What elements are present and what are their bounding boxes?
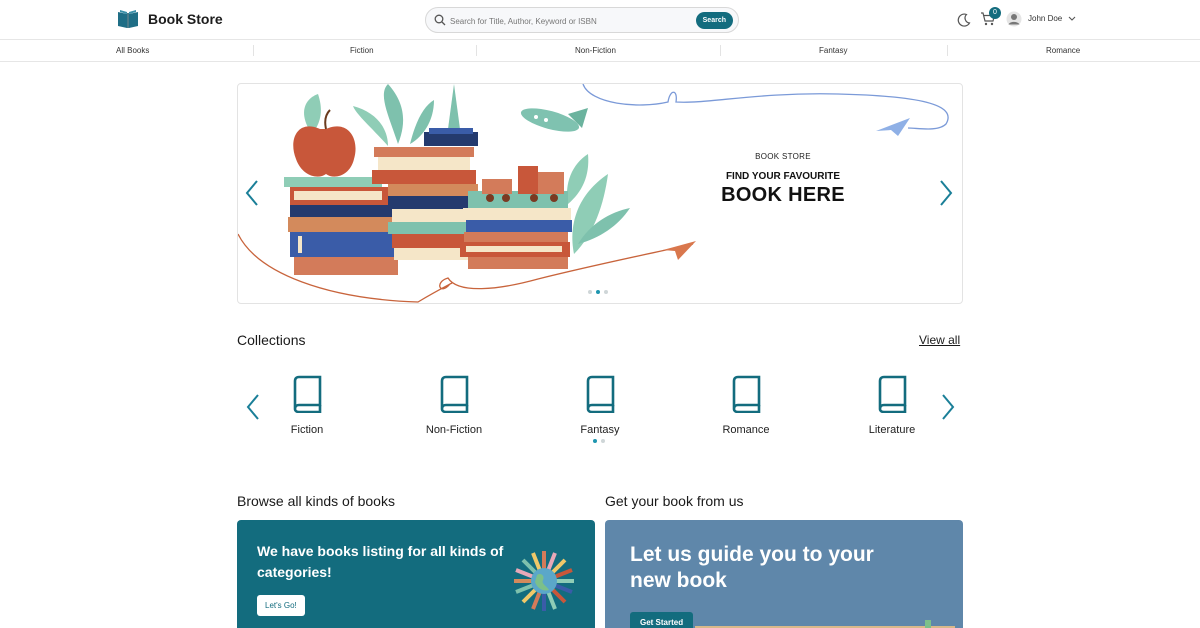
chevron-down-icon bbox=[1068, 16, 1076, 21]
carousel-dot[interactable] bbox=[601, 439, 605, 443]
guide-title: Get your book from us bbox=[605, 493, 744, 509]
category-nav: All Books Fiction Non-Fiction Fantasy Ro… bbox=[0, 40, 1200, 62]
nav-divider bbox=[720, 45, 721, 56]
chevron-right-icon bbox=[942, 394, 955, 420]
carousel-dot[interactable] bbox=[588, 290, 592, 294]
search-input[interactable] bbox=[450, 12, 690, 30]
category-fantasy[interactable]: Fantasy bbox=[819, 46, 847, 55]
books-illustration bbox=[238, 84, 949, 303]
brand-logo[interactable]: Book Store bbox=[116, 9, 223, 29]
book-icon bbox=[586, 375, 615, 414]
collection-non-fiction[interactable]: Non-Fiction bbox=[409, 375, 499, 436]
search-bar: Search bbox=[425, 7, 739, 33]
collections-next-button[interactable] bbox=[939, 393, 957, 423]
user-menu[interactable]: John Doe bbox=[1006, 11, 1076, 27]
collection-literature[interactable]: Literature bbox=[847, 375, 937, 436]
chevron-right-icon bbox=[940, 180, 953, 206]
collections-prev-button[interactable] bbox=[244, 393, 262, 423]
category-all-books[interactable]: All Books bbox=[116, 46, 149, 55]
book-icon bbox=[732, 375, 761, 414]
hero-eyebrow: BOOK STORE bbox=[755, 152, 811, 161]
hero-headline: BOOK HERE bbox=[721, 184, 845, 206]
user-icon bbox=[1006, 11, 1022, 26]
carousel-dot-active[interactable] bbox=[593, 439, 597, 443]
browse-card: We have books listing for all kinds of c… bbox=[237, 520, 595, 628]
collection-romance[interactable]: Romance bbox=[701, 375, 791, 436]
globe-books-illustration bbox=[514, 551, 574, 611]
shelf-illustration bbox=[695, 620, 955, 628]
chevron-left-icon bbox=[246, 394, 259, 420]
hero-carousel-dots bbox=[588, 290, 608, 294]
collection-fiction[interactable]: Fiction bbox=[262, 375, 352, 436]
header-tools: 0 John Doe bbox=[956, 7, 1076, 29]
browse-title: Browse all kinds of books bbox=[237, 493, 395, 509]
collection-fantasy[interactable]: Fantasy bbox=[555, 375, 645, 436]
nav-divider bbox=[476, 45, 477, 56]
category-non-fiction[interactable]: Non-Fiction bbox=[575, 46, 616, 55]
hero-text: BOOK STORE FIND YOUR FAVOURITE BOOK HERE bbox=[718, 152, 848, 207]
carousel-dot[interactable] bbox=[604, 290, 608, 294]
collections-carousel-dots bbox=[593, 439, 605, 443]
nav-divider bbox=[253, 45, 254, 56]
collection-label: Literature bbox=[868, 424, 916, 436]
hero-tagline: FIND YOUR FAVOURITE bbox=[725, 171, 841, 182]
book-icon bbox=[293, 375, 322, 414]
get-started-button[interactable]: Get Started bbox=[630, 612, 694, 628]
cart-button[interactable]: 0 bbox=[980, 7, 1001, 29]
category-fiction[interactable]: Fiction bbox=[350, 46, 374, 55]
carousel-dot-active[interactable] bbox=[596, 290, 600, 294]
moon-icon[interactable] bbox=[956, 12, 972, 28]
collection-label: Non-Fiction bbox=[425, 424, 483, 436]
open-book-icon bbox=[118, 10, 138, 28]
collection-label: Fantasy bbox=[580, 424, 620, 436]
browse-card-text: We have books listing for all kinds of c… bbox=[257, 543, 504, 580]
collections-title: Collections bbox=[237, 332, 306, 348]
hero-banner: BOOK STORE FIND YOUR FAVOURITE BOOK HERE bbox=[237, 83, 963, 304]
user-name: John Doe bbox=[1028, 14, 1063, 23]
nav-divider bbox=[947, 45, 948, 56]
view-all-link[interactable]: View all bbox=[919, 333, 960, 347]
book-icon bbox=[440, 375, 469, 414]
search-icon bbox=[434, 14, 446, 26]
brand-name: Book Store bbox=[148, 11, 223, 27]
search-button[interactable]: Search bbox=[695, 12, 733, 29]
collection-label: Fiction bbox=[290, 424, 324, 436]
category-romance[interactable]: Romance bbox=[1046, 46, 1080, 55]
guide-card: Let us guide you to your new book Get St… bbox=[605, 520, 963, 628]
cart-count-badge: 0 bbox=[989, 7, 1001, 19]
guide-card-text: Let us guide you to your new book bbox=[630, 543, 874, 592]
chevron-left-icon bbox=[245, 180, 258, 206]
hero-next-button[interactable] bbox=[937, 179, 955, 209]
hero-prev-button[interactable] bbox=[243, 179, 261, 209]
lets-go-button[interactable]: Let's Go! bbox=[257, 595, 305, 616]
top-header: Book Store Search 0 John Do bbox=[0, 0, 1200, 40]
book-icon bbox=[878, 375, 907, 414]
collection-label: Romance bbox=[722, 424, 770, 436]
